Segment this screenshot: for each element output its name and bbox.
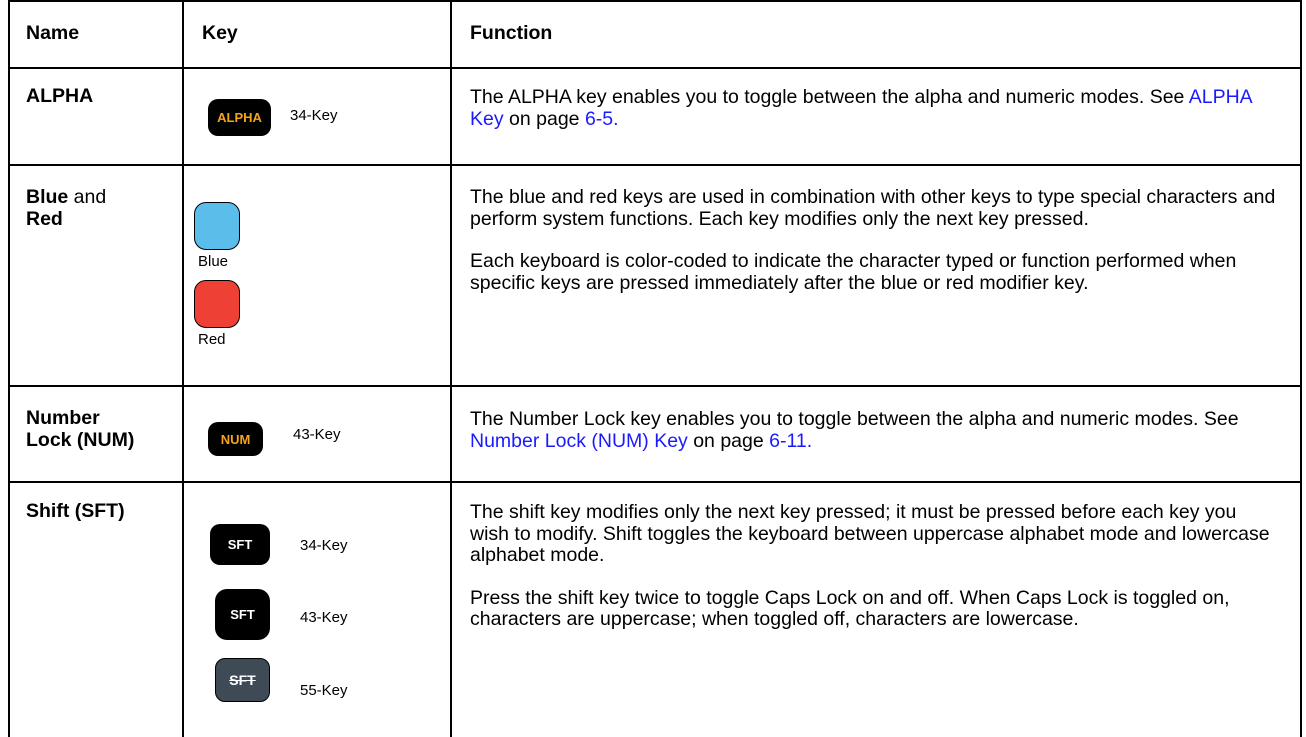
row-name-and: and [68,186,107,208]
function-paragraph: Press the shift key twice to toggle Caps… [470,586,1230,630]
row-divider [8,164,1302,166]
key-caption: 34-Key [300,537,348,554]
key-label: SFT [229,672,256,688]
column-divider [182,0,184,737]
row-name-red: Red [26,207,63,230]
page-link[interactable]: 6-11. [769,430,812,452]
sft-55-key-icon: SFT [215,658,270,702]
key-caption: 55-Key [300,682,348,699]
sft-34-key-icon: SFT [210,524,270,565]
table-border-left [8,0,10,737]
function-text: on page [687,429,770,452]
row-name: Blue and Red [26,186,107,230]
row-name: Shift (SFT) [26,500,125,522]
row-divider [8,385,1302,387]
alpha-key-icon: ALPHA [208,99,271,136]
column-divider [450,0,452,737]
key-label: SFT [227,537,253,552]
row-function: The ALPHA key enables you to toggle betw… [470,86,1280,130]
row-name-line2: Lock (NUM) [26,428,135,451]
row-name: ALPHA [26,85,94,107]
num-key-icon: NUM [208,422,263,456]
function-paragraph: Each keyboard is color-coded to indicate… [470,250,1237,294]
row-function: The Number Lock key enables you to toggl… [470,408,1280,452]
key-caption: Blue [198,253,229,270]
sft-43-key-icon: SFT [215,589,270,640]
table-border-top [8,0,1302,2]
row-divider [8,481,1302,483]
number-lock-key-link[interactable]: Number Lock (NUM) Key [470,430,688,452]
row-name: Number Lock (NUM) [26,407,135,451]
key-label: SFT [230,607,255,622]
function-paragraph: The blue and red keys are used in combin… [470,186,1276,230]
row-name-line1: Number [26,407,100,429]
key-caption: 43-Key [293,426,341,443]
row-function: The shift key modifies only the next key… [470,501,1280,631]
blue-key-icon [194,202,240,250]
row-divider [8,67,1302,69]
page-link[interactable]: 6-5. [585,108,619,130]
key-label: NUM [220,431,251,447]
row-name-blue: Blue [26,186,69,208]
key-caption: 34-Key [290,107,338,124]
function-paragraph: The shift key modifies only the next key… [470,501,1270,566]
key-caption: 43-Key [300,609,348,626]
header-name: Name [26,22,80,44]
header-key: Key [202,22,238,44]
header-function: Function [470,22,553,44]
function-text: on page [503,107,585,130]
function-text: The ALPHA key enables you to toggle betw… [470,86,1189,108]
red-key-icon [194,280,240,328]
row-function: The blue and red keys are used in combin… [470,186,1280,294]
key-caption: Red [198,331,226,348]
table-border-right [1300,0,1302,737]
key-label: ALPHA [217,110,262,125]
function-text: The Number Lock key enables you to toggl… [470,408,1239,430]
